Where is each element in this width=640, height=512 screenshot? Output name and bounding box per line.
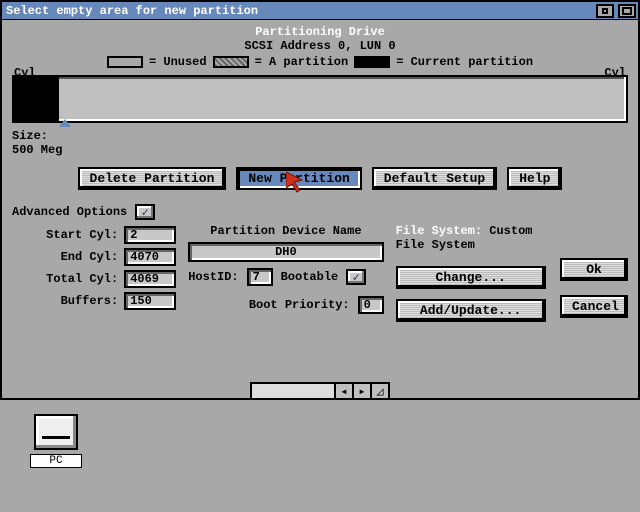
total-cyl-input[interactable] bbox=[124, 270, 176, 288]
hostid-label: HostID: bbox=[188, 270, 238, 284]
bootable-label: Bootable bbox=[281, 270, 339, 284]
end-cyl-label: End Cyl: bbox=[61, 250, 119, 264]
bootable-checkbox[interactable]: ✓ bbox=[346, 269, 366, 285]
hostid-input[interactable] bbox=[247, 268, 273, 286]
swatch-current-icon bbox=[354, 56, 390, 68]
boot-priority-input[interactable] bbox=[358, 296, 384, 314]
depth-gadget[interactable] bbox=[618, 4, 636, 18]
ok-button[interactable]: Ok bbox=[560, 258, 628, 281]
add-update-fs-button[interactable]: Add/Update... bbox=[396, 299, 546, 322]
subheading: SCSI Address 0, LUN 0 bbox=[12, 39, 628, 53]
device-name-input[interactable]: DH0 bbox=[188, 242, 383, 262]
advanced-options-label: Advanced Options bbox=[12, 205, 127, 219]
heading: Partitioning Drive bbox=[12, 26, 628, 39]
device-name-label: Partition Device Name bbox=[188, 224, 383, 238]
partition-boundary-marker[interactable] bbox=[59, 119, 71, 127]
end-cyl-input[interactable] bbox=[124, 248, 176, 266]
new-partition-button[interactable]: New Partition bbox=[236, 167, 361, 190]
default-setup-button[interactable]: Default Setup bbox=[372, 167, 497, 190]
zoom-gadget[interactable] bbox=[596, 4, 614, 18]
pc-drive-icon[interactable]: PC bbox=[30, 414, 82, 468]
delete-partition-button[interactable]: Delete Partition bbox=[78, 167, 227, 190]
change-fs-button[interactable]: Change... bbox=[396, 266, 546, 289]
partitioning-window: Select empty area for new partition Part… bbox=[0, 0, 640, 400]
size-label: Size: bbox=[12, 129, 48, 143]
scroll-right-icon[interactable]: ▸ bbox=[352, 384, 370, 398]
buffers-input[interactable] bbox=[124, 292, 176, 310]
horizontal-scrollbar[interactable]: ◂ ▸ ◿ bbox=[250, 382, 390, 400]
current-partition-region[interactable] bbox=[14, 77, 59, 121]
scroll-left-icon[interactable]: ◂ bbox=[334, 384, 352, 398]
scrollbar-track[interactable] bbox=[252, 384, 334, 398]
cancel-button[interactable]: Cancel bbox=[560, 295, 628, 318]
swatch-partition-icon bbox=[213, 56, 249, 68]
fs-label: File System: bbox=[396, 224, 482, 238]
legend-a-partition: = A partition bbox=[255, 55, 349, 69]
buffers-label: Buffers: bbox=[61, 294, 119, 308]
size-value: 500 Meg bbox=[12, 143, 62, 157]
swatch-unused-icon bbox=[107, 56, 143, 68]
total-cyl-label: Total Cyl: bbox=[46, 272, 118, 286]
help-button[interactable]: Help bbox=[507, 167, 562, 190]
start-cyl-input[interactable] bbox=[124, 226, 176, 244]
drive-icon bbox=[34, 414, 78, 450]
boot-priority-label: Boot Priority: bbox=[249, 298, 350, 312]
window-title: Select empty area for new partition bbox=[4, 4, 258, 18]
pc-icon-label: PC bbox=[30, 454, 82, 468]
size-gadget-icon[interactable]: ◿ bbox=[370, 384, 388, 398]
titlebar[interactable]: Select empty area for new partition bbox=[2, 2, 638, 20]
advanced-options-checkbox[interactable]: ✓ bbox=[135, 204, 155, 220]
partition-bar[interactable] bbox=[12, 75, 628, 123]
legend-current: = Current partition bbox=[396, 55, 533, 69]
legend-unused: = Unused bbox=[149, 55, 207, 69]
start-cyl-label: Start Cyl: bbox=[46, 228, 118, 242]
